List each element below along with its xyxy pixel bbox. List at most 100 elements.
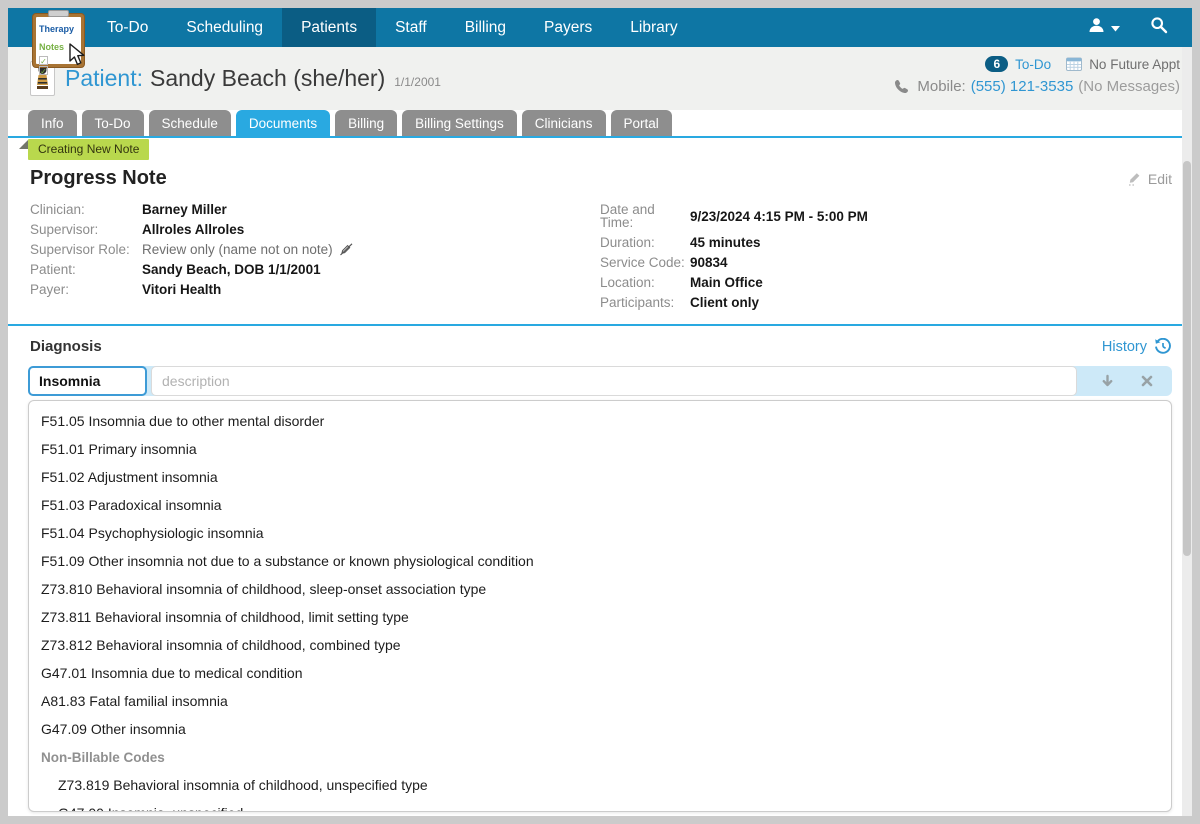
brand-line1: Therapy [39,24,75,34]
diagnosis-option[interactable]: A81.83 Fatal familial insomnia [29,688,1171,716]
remove-diagnosis-button[interactable] [1130,366,1164,396]
field-supervisor[interactable]: Supervisor: Allroles Allroles [30,223,600,237]
diagnosis-option[interactable]: F51.09 Other insomnia not due to a subst… [29,548,1171,576]
field-value: 9/23/2024 4:15 PM - 5:00 PM [690,208,868,224]
diagnosis-option[interactable]: Z73.812 Behavioral insomnia of childhood… [29,632,1171,660]
history-icon [1153,338,1172,355]
diagnosis-input-row [28,366,1172,396]
diagnosis-option[interactable]: F51.05 Insomnia due to other mental diso… [29,408,1171,436]
field-value: Vitori Health [142,282,222,297]
nav-item-label: Billing [464,19,507,36]
scrollbar-track[interactable] [1182,47,1192,816]
section-divider [8,324,1192,326]
nav-item-label: To-Do [107,19,149,36]
note-header: Progress Note Edit [30,167,1172,190]
diagnosis-option[interactable]: F51.04 Psychophysiologic insomnia [29,520,1171,548]
field-clinician[interactable]: Clinician: Barney Miller [30,202,600,217]
nav-item-payers[interactable]: Payers [525,8,611,47]
field-payer[interactable]: Payer: Vitori Health [30,282,600,297]
diagnosis-code-input[interactable] [28,366,147,396]
option-label: Z73.812 Behavioral insomnia of childhood… [41,637,401,653]
mobile-row: Mobile: (555) 121-3535 (No Messages) [894,78,1180,95]
diagnosis-option[interactable]: Z73.819 Behavioral insomnia of childhood… [29,772,1171,800]
field-label: Participants: [600,295,675,310]
tab-clinicians[interactable]: Clinicians [521,110,606,136]
tab-label: Info [41,116,64,131]
option-label: A81.83 Fatal familial insomnia [41,693,228,709]
user-icon [1088,17,1105,38]
tab-billing-settings[interactable]: Billing Settings [402,110,517,136]
nav-item-billing[interactable]: Billing [446,8,525,47]
nav-item-library[interactable]: Library [611,8,696,47]
user-menu[interactable] [1088,17,1120,38]
field-value: Review only (name not on note) [142,242,333,257]
diagnosis-option[interactable]: Z73.810 Behavioral insomnia of childhood… [29,576,1171,604]
tab-billing[interactable]: Billing [335,110,398,136]
field-value: Main Office [690,275,763,290]
tab-documents[interactable]: Documents [235,110,331,136]
field-participants[interactable]: Participants: Client only [600,295,1170,310]
edit-label: Edit [1147,170,1172,187]
patient-name: Sandy Beach (she/her) [150,65,386,91]
patient-header: Patient: Sandy Beach (she/her) 1/1/2001 … [8,47,1192,110]
patient-title: Patient: Sandy Beach (she/her) 1/1/2001 [65,65,441,92]
option-label: F51.04 Psychophysiologic insomnia [41,525,264,541]
diagnosis-description-input[interactable] [151,366,1077,396]
diagnosis-option[interactable]: G47.00 Insomnia, unspecified [29,800,1171,812]
mobile-number-link[interactable]: (555) 121-3535 [971,78,1074,95]
field-patient[interactable]: Patient: Sandy Beach, DOB 1/1/2001 [30,262,600,277]
diagnosis-title: Diagnosis [30,338,102,355]
todo-appt-row: 6 To-Do No Future Appt [894,53,1180,75]
option-label: Z73.810 Behavioral insomnia of childhood… [41,581,487,597]
search-icon[interactable] [1150,16,1168,39]
no-future-appt-label: No Future Appt [1089,56,1180,72]
diagnosis-dropdown: F51.05 Insomnia due to other mental diso… [28,400,1172,812]
field-date-time[interactable]: Date and Time: 9/23/2024 4:15 PM - 5:00 … [600,202,1170,230]
tab-schedule[interactable]: Schedule [148,110,231,136]
diagnosis-option[interactable]: G47.01 Insomnia due to medical condition [29,660,1171,688]
field-supervisor-role[interactable]: Supervisor Role: Review only (name not o… [30,243,600,256]
option-label: F51.05 Insomnia due to other mental diso… [41,413,325,429]
checkbox-icon: ✓ [39,66,48,76]
option-label: Z73.819 Behavioral insomnia of childhood… [58,777,428,793]
mobile-label: Mobile: [917,78,966,95]
todo-link[interactable]: To-Do [1015,57,1051,72]
diagnosis-option[interactable]: F51.03 Paradoxical insomnia [29,492,1171,520]
tab-label: Billing Settings [415,116,504,131]
field-value: Sandy Beach, DOB 1/1/2001 [142,262,321,277]
nav-item-todo[interactable]: To-Do [88,8,167,47]
field-value: Barney Miller [142,202,227,217]
no-messages-label: (No Messages) [1078,78,1180,95]
app-window: To-Do Scheduling Patients Staff Billing Payer… [0,0,1200,824]
diagnosis-option[interactable]: F51.01 Primary insomnia [29,436,1171,464]
diagnosis-option[interactable]: Z73.811 Behavioral insomnia of childhood… [29,604,1171,632]
tab-portal[interactable]: Portal [610,110,672,136]
tab-info[interactable]: Info [28,110,77,136]
option-label: Z73.811 Behavioral insomnia of childhood… [41,609,409,625]
top-navbar: To-Do Scheduling Patients Staff Billing Payer… [8,8,1192,47]
fields-left-column: Clinician: Barney Miller Supervisor: All… [30,203,600,316]
field-label: Location: [600,275,655,290]
cursor-arrow-icon [68,43,87,72]
diagnosis-header: Diagnosis History [30,338,1172,355]
therapynotes-logo[interactable]: Therapy Notes ✓ ✓ [32,10,85,76]
history-label: History [1101,338,1147,355]
clipboard-clip [48,10,69,17]
edit-button[interactable]: Edit [1126,171,1172,187]
field-label: Date and Time: [600,202,655,230]
tab-label: Billing [348,116,385,131]
nav-item-scheduling[interactable]: Scheduling [167,8,282,47]
nav-item-patients[interactable]: Patients [282,8,377,47]
diagnosis-option[interactable]: F51.02 Adjustment insomnia [29,464,1171,492]
history-button[interactable]: History [1102,338,1172,355]
move-down-button[interactable] [1090,366,1124,396]
field-service-code[interactable]: Service Code: 90834 [600,256,1170,270]
main-nav: To-Do Scheduling Patients Staff Billing Payer… [88,8,697,47]
scrollbar-thumb[interactable] [1183,161,1191,556]
field-location[interactable]: Location: Main Office [600,275,1170,290]
field-duration[interactable]: Duration: 45 minutes [600,236,1170,250]
diagnosis-option[interactable]: G47.09 Other insomnia [29,716,1171,744]
tab-todo[interactable]: To-Do [81,110,144,136]
nav-item-label: Scheduling [186,19,264,36]
nav-item-staff[interactable]: Staff [376,8,446,47]
